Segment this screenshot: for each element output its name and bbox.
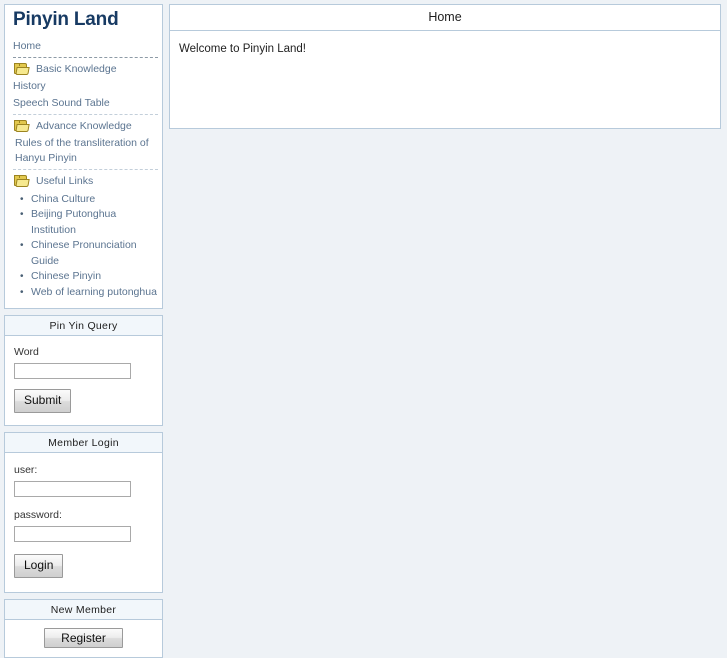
- folder-icon: [14, 174, 30, 187]
- site-title: Pinyin Land: [13, 9, 119, 30]
- password-label: password:: [14, 508, 62, 521]
- pinyin-query-header: Pin Yin Query: [5, 316, 162, 337]
- nav-separator: [13, 56, 158, 58]
- word-label: Word: [14, 346, 39, 359]
- nav-separator: [13, 113, 158, 115]
- member-login-header: Member Login: [5, 432, 162, 453]
- nav-folder-advance-knowledge[interactable]: Advance Knowledge: [5, 117, 162, 135]
- main-column: Home Welcome to Pinyin Land!: [169, 4, 721, 129]
- useful-link[interactable]: Beijing Putonghua Institution: [31, 208, 116, 236]
- nav-folder-label[interactable]: Advance Knowledge: [36, 120, 132, 132]
- page-title: Home: [170, 5, 720, 31]
- main-content-text: Welcome to Pinyin Land!: [179, 43, 306, 55]
- new-member-panel: New Member Register: [4, 598, 163, 658]
- nav-folder-label[interactable]: Useful Links: [36, 175, 93, 187]
- register-button[interactable]: Register: [44, 627, 123, 649]
- user-label: user:: [14, 463, 38, 476]
- user-input[interactable]: [14, 480, 131, 497]
- nav-link-rules-transliteration[interactable]: Rules of the transliteration of Hanyu Pi…: [5, 135, 162, 167]
- login-button[interactable]: Login: [14, 553, 64, 578]
- list-item: Chinese Pronunciation Guide: [20, 238, 162, 269]
- password-input[interactable]: [14, 525, 131, 542]
- pinyin-query-panel: Pin Yin Query Word Submit: [4, 315, 163, 426]
- nav-folder-useful-links[interactable]: Useful Links: [5, 172, 162, 190]
- site-title-container: Pinyin Land: [4, 4, 163, 34]
- nav-link-speech-sound-table[interactable]: Speech Sound Table: [5, 95, 162, 112]
- list-item: Chinese Pinyin: [20, 269, 162, 285]
- folder-icon: [14, 62, 30, 75]
- list-item: China Culture: [20, 192, 162, 208]
- nav-link-history[interactable]: History: [5, 78, 162, 95]
- page-root: Pinyin Land Home Basic Knowledge History…: [0, 0, 727, 658]
- pinyin-query-body: Word Submit: [5, 336, 162, 425]
- member-login-body: user: password: Login: [5, 452, 162, 592]
- new-member-body: Register: [5, 619, 162, 658]
- list-item: Beijing Putonghua Institution: [20, 207, 162, 238]
- useful-link[interactable]: China Culture: [31, 193, 95, 205]
- nav-folder-label[interactable]: Basic Knowledge: [36, 63, 117, 75]
- navigation-panel: Home Basic Knowledge History Speech Soun…: [4, 33, 163, 310]
- useful-link[interactable]: Chinese Pinyin: [31, 270, 101, 282]
- list-item: Web of learning putonghua: [20, 285, 162, 301]
- useful-link[interactable]: Web of learning putonghua: [31, 286, 157, 298]
- folder-icon: [14, 119, 30, 132]
- nav-folder-basic-knowledge[interactable]: Basic Knowledge: [5, 60, 162, 78]
- nav-link-home[interactable]: Home: [5, 38, 162, 55]
- submit-button[interactable]: Submit: [14, 389, 72, 413]
- sidebar-top-block: Pinyin Land Home Basic Knowledge History…: [4, 4, 163, 310]
- useful-links-list: China Culture Beijing Putonghua Institut…: [5, 192, 162, 301]
- sidebar: Pinyin Land Home Basic Knowledge History…: [4, 4, 163, 658]
- member-login-panel: Member Login user: password: Login: [4, 431, 163, 593]
- nav-separator: [13, 168, 158, 170]
- main-content-panel: Home Welcome to Pinyin Land!: [169, 4, 721, 129]
- new-member-header: New Member: [5, 599, 162, 620]
- word-input[interactable]: [14, 363, 131, 380]
- useful-link[interactable]: Chinese Pronunciation Guide: [31, 239, 137, 267]
